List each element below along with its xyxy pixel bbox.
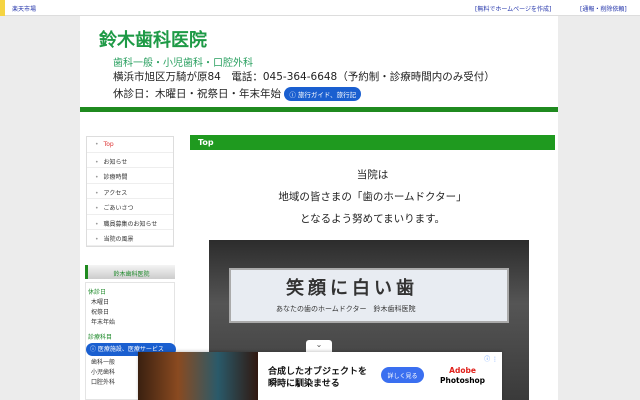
section-title: Top [190, 135, 555, 150]
holiday-label: 休診日 [88, 289, 107, 296]
nav-news[interactable]: お知らせ [87, 153, 173, 168]
nav-access[interactable]: アクセス [87, 184, 173, 199]
ad-brand-adobe: Adobe [449, 366, 476, 375]
dept-label: 診療科目 [88, 334, 113, 341]
ad-text: 合成したオブジェクトを 瞬時に馴染ませる [268, 366, 367, 390]
nav-recruit[interactable]: 職員募集のお知らせ [87, 215, 173, 230]
side-heading: 鈴木歯科医院 [85, 265, 175, 279]
clinic-sign: 笑顔に白い歯 あなたの歯のホームドクター 鈴木歯科医院 [229, 268, 509, 323]
ad-image [138, 352, 258, 400]
holiday-item: 年末年始 [91, 319, 116, 326]
side-nav: Top お知らせ 診療時間 アクセス ごあいさつ 職員募集のお知らせ 当院の風景 [86, 136, 174, 247]
ad-brand-product: Photoshop [440, 376, 486, 385]
nav-scenery[interactable]: 当院の風景 [87, 230, 173, 246]
intro-line: となるよう努めてまいります。 [299, 213, 446, 225]
sign-text: 笑顔に白い歯 [286, 278, 418, 299]
rakuten-link[interactable]: 楽天市場 [12, 4, 36, 13]
nav-hours[interactable]: 診療時間 [87, 168, 173, 184]
ad-line: 瞬時に馴染ませる [268, 379, 340, 389]
holidays: 休診日：木曜日・祝祭日・年末年始 ⓘ 旅行ガイド、旅行記 [113, 86, 362, 101]
nav-greeting[interactable]: ごあいさつ [87, 199, 173, 215]
sign-subtext: あなたの歯のホームドクター 鈴木歯科医院 [276, 305, 416, 313]
site-title[interactable]: 鈴木歯科医院 [99, 26, 207, 52]
intro-line: 地域の皆さまの「歯のホームドクター」 [278, 191, 467, 203]
rakuten-mark [0, 0, 5, 16]
ad-info-icon[interactable]: ⓘ ⋮ [484, 354, 498, 363]
top-bar: 楽天市場 [無料でホームページを作成] [通報・削除依頼] [0, 0, 640, 16]
holiday-item: 祝祭日 [91, 309, 110, 316]
ad-banner[interactable]: 合成したオブジェクトを 瞬時に馴染ませる 詳しく見る Adobe Photoshop… [138, 352, 502, 400]
holidays-text: 休診日：木曜日・祝祭日・年末年始 [113, 88, 281, 100]
ad-brand: Adobe Photoshop [440, 366, 485, 386]
travel-guide-badge[interactable]: ⓘ 旅行ガイド、旅行記 [284, 87, 362, 101]
intro-line: 当院は [356, 169, 389, 181]
ad-line: 合成したオブジェクトを [268, 367, 368, 377]
header-divider [80, 107, 558, 112]
site-subtitle: 歯科一般・小児歯科・口腔外科 [113, 58, 253, 69]
report-link[interactable]: [通報・削除依頼] [580, 4, 627, 13]
create-homepage-link[interactable]: [無料でホームページを作成] [475, 4, 551, 13]
address: 横浜市旭区万騎が原84 電話：045-364-6648（予約制・診療時間内のみ受… [113, 71, 495, 83]
ad-learn-more-button[interactable]: 詳しく見る [381, 367, 424, 383]
nav-top[interactable]: Top [87, 137, 173, 153]
holiday-item: 木曜日 [91, 299, 110, 306]
